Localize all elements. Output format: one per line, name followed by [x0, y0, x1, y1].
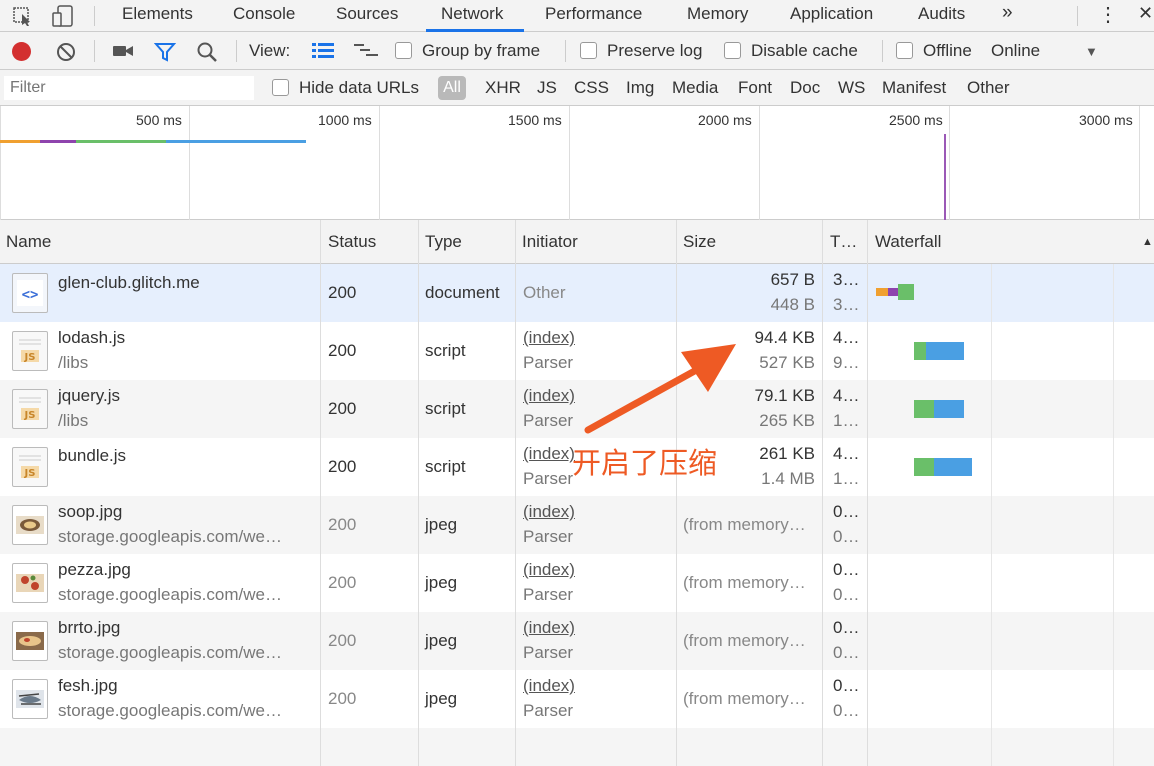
annotation-text: 开启了压缩	[572, 448, 718, 480]
annotation-arrow-icon	[584, 344, 736, 434]
